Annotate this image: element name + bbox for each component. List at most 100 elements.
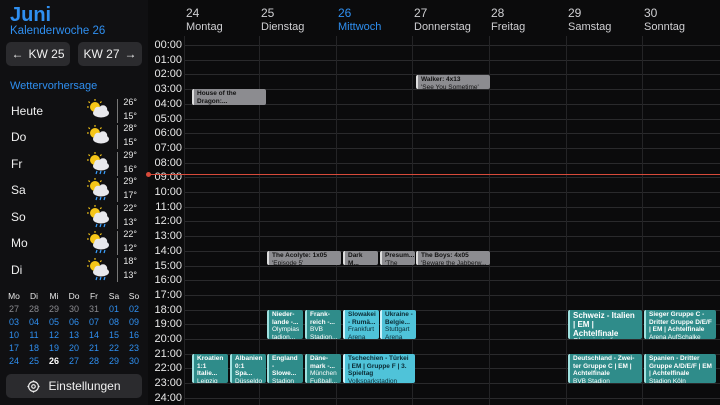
hour-line (184, 59, 720, 61)
mini-day[interactable]: 06 (64, 317, 84, 330)
mini-day[interactable]: 25 (24, 356, 44, 369)
weather-day: So (11, 210, 26, 224)
calendar-event[interactable]: Sieger Gruppe C - Dritter Gruppe D/E/F |… (644, 310, 716, 339)
day-header-25[interactable]: 25 Dienstag (261, 6, 304, 33)
day-header-29[interactable]: 29 Samstag (568, 6, 611, 33)
mini-day[interactable]: 15 (104, 330, 124, 343)
calendar-event[interactable]: Frank-reich -... BVB Stadion... (305, 310, 341, 339)
hour-line (184, 133, 720, 135)
calendar-event[interactable]: The Boys: 4x05 'Beware the Jabberw... (416, 251, 490, 265)
calendar-event[interactable]: Däne-mark -... München Fußball... (305, 354, 341, 383)
calendar-event[interactable]: Walker: 4x13 'See You Sometime' (416, 75, 490, 89)
weather-day: Do (11, 130, 27, 144)
month-title: Juni (10, 4, 52, 26)
mini-day[interactable]: 24 (4, 356, 24, 369)
day-number: 27 (414, 6, 428, 20)
week-view[interactable]: 24 Montag 25 Dienstag 26 Mittwoch 27 Donnerstag… (146, 0, 720, 405)
mini-day[interactable]: 16 (124, 330, 144, 343)
event-subtitle: Volksparkstadion Hamburg (348, 377, 398, 384)
mini-day[interactable]: 20 (64, 343, 84, 356)
calendar-event[interactable]: Slowakei - Rumä... Frankfurt Arena (343, 310, 379, 339)
calendar-event[interactable]: Tschechien - Türkei | EM | Gruppe F | 3.… (343, 354, 415, 383)
day-number: 26 (338, 6, 352, 20)
hour-label: 17:00 (154, 288, 182, 301)
day-column-divider (566, 36, 567, 405)
temp-divider (117, 125, 118, 149)
mini-day[interactable]: 26 (44, 356, 64, 369)
day-header-26[interactable]: 26 Mittwoch (338, 6, 381, 33)
mini-day[interactable]: 17 (4, 343, 24, 356)
mini-calendar-days: 27 28 29 30 31 01 02 03 04 05 06 07 08 09 10 11 12 13 14 15… (4, 304, 144, 369)
mini-day[interactable]: 14 (84, 330, 104, 343)
calendar-event[interactable]: Deutschland - Zwei-ter Gruppe C | EM | A… (568, 354, 642, 383)
hour-label: 00:00 (154, 39, 182, 51)
mini-day[interactable]: 28 (84, 356, 104, 369)
event-title: Tschechien - Türkei | EM | Gruppe F | 3.… (348, 355, 409, 377)
mini-day[interactable]: 29 (104, 356, 124, 369)
mini-day[interactable]: 04 (24, 317, 44, 330)
calendar-event[interactable]: Kroatien 1:1 Italie...Leipzig Stadion (192, 354, 228, 383)
settings-button[interactable]: Einstellungen (6, 374, 142, 398)
day-name: Samstag (568, 21, 612, 33)
event-title: Nieder-lande -... (272, 311, 299, 326)
calendar-event[interactable]: The Acolyte: 1x05 'Episode 5' (267, 251, 341, 265)
day-header-24[interactable]: 24 Montag (186, 6, 223, 33)
mini-day[interactable]: 22 (104, 343, 124, 356)
mini-day[interactable]: 23 (124, 343, 144, 356)
mini-day[interactable]: 18 (24, 343, 44, 356)
mini-day[interactable]: 09 (124, 317, 144, 330)
mini-day[interactable]: 03 (4, 317, 24, 330)
temp-high: 18° (123, 256, 137, 266)
calendar-event[interactable]: Spanien - Dritter Gruppe A/D/E/F | EM | … (644, 354, 716, 383)
mini-day[interactable]: 30 (64, 304, 84, 317)
temp-divider (117, 152, 118, 176)
day-header-27[interactable]: 27 Donnerstag (414, 6, 471, 33)
temp-low: 12° (123, 243, 137, 253)
mini-day[interactable]: 05 (44, 317, 64, 330)
current-time-dot (146, 172, 151, 177)
next-week-button[interactable]: KW 27 → (78, 42, 142, 66)
temp-high: 22° (123, 229, 137, 239)
mini-day[interactable]: 28 (24, 304, 44, 317)
mini-day[interactable]: 21 (84, 343, 104, 356)
day-name: Dienstag (261, 21, 305, 33)
current-time-line (148, 174, 720, 175)
calendar-event[interactable]: Ukraine - Belgie... Stuttgart Arena (380, 310, 416, 339)
mini-day[interactable]: 31 (84, 304, 104, 317)
mini-day[interactable]: 11 (24, 330, 44, 343)
mini-day[interactable]: 12 (44, 330, 64, 343)
calendar-event[interactable]: Nieder-lande -... Olympias tadion... (267, 310, 303, 339)
calendar-event[interactable]: House of the Dragon:...'Rhaenyra the Cru… (192, 89, 266, 105)
mini-day[interactable]: 08 (104, 317, 124, 330)
temp-low: 13° (123, 217, 137, 227)
day-name: Freitag (491, 21, 526, 33)
mini-day[interactable]: 13 (64, 330, 84, 343)
weather-row: Sa 29° 17° (0, 176, 148, 203)
event-title: Presum... (385, 252, 415, 259)
calendar-event[interactable]: Presum...'The Bu... (380, 251, 415, 265)
day-column-divider (184, 36, 185, 405)
calendar-event[interactable]: Albanien 0:1 Spa...Düsseldo rf Arena (230, 354, 266, 383)
mini-day[interactable]: 29 (44, 304, 64, 317)
day-header-30[interactable]: 30 Sonntag (644, 6, 685, 33)
mini-day[interactable]: 27 (4, 304, 24, 317)
mini-day[interactable]: 02 (124, 304, 144, 317)
hour-line (184, 236, 720, 238)
mini-day[interactable]: 10 (4, 330, 24, 343)
mini-day[interactable]: 07 (84, 317, 104, 330)
day-header-28[interactable]: 28 Freitag (491, 6, 525, 33)
partly-cloudy-icon (87, 99, 109, 118)
partly-cloudy-rain-icon (87, 205, 109, 228)
mini-day[interactable]: 01 (104, 304, 124, 317)
calendar-event[interactable]: England - Slowe...Stadion Köln (267, 354, 303, 383)
prev-week-button[interactable]: ← KW 25 (6, 42, 70, 66)
mini-day[interactable]: 19 (44, 343, 64, 356)
weather-day: Heute (11, 104, 44, 118)
mini-day[interactable]: 27 (64, 356, 84, 369)
partly-cloudy-rain-icon (87, 258, 109, 281)
calendar-event[interactable]: Schweiz - Italien | EM | AchtelfinaleOly… (568, 310, 642, 339)
day-number: 30 (644, 6, 658, 20)
hour-line (184, 280, 720, 282)
calendar-event[interactable]: Dark M...'Entangl... (343, 251, 378, 265)
mini-day[interactable]: 30 (124, 356, 144, 369)
